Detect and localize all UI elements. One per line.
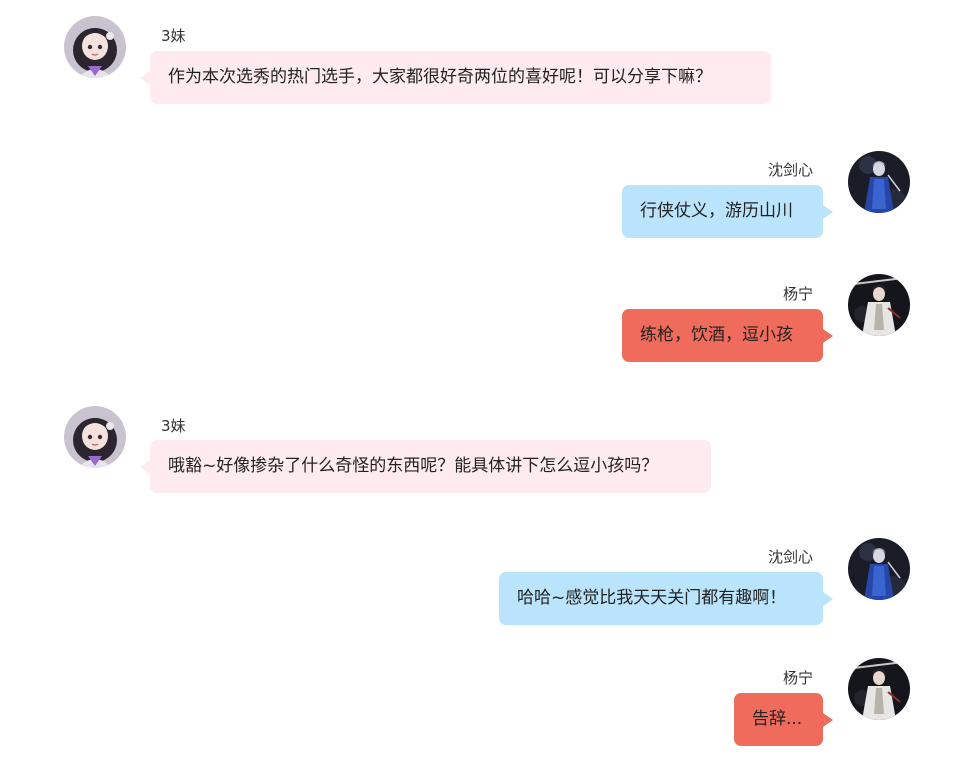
yang-avatar[interactable] xyxy=(848,274,910,336)
girl-avatar-icon xyxy=(64,16,126,78)
message-text: 哈哈~感觉比我天天关门都有趣啊！ xyxy=(517,588,787,608)
message-bubble[interactable]: 告辞... xyxy=(734,693,833,746)
message-text: 作为本次选秀的热门选手，大家都很好奇两位的喜好呢！可以分享下嘛？ xyxy=(168,67,712,87)
shen-avatar[interactable] xyxy=(848,151,910,213)
message-text: 哦豁~好像掺杂了什么奇怪的东西呢？能具体讲下怎么逗小孩吗？ xyxy=(168,456,659,476)
spearman-white-avatar-icon xyxy=(848,658,910,720)
sender-name: 3妹 xyxy=(161,27,186,45)
message-bubble[interactable]: 哈哈~感觉比我天天关门都有趣啊！ xyxy=(499,572,833,625)
girl-avatar-icon xyxy=(64,406,126,468)
spearman-white-avatar-icon xyxy=(848,274,910,336)
swordsman-blue-avatar-icon xyxy=(848,151,910,213)
sender-name: 3妹 xyxy=(161,417,186,435)
yang-avatar[interactable] xyxy=(848,658,910,720)
message-text: 告辞... xyxy=(752,709,803,729)
sender-name: 沈剑心 xyxy=(767,548,813,566)
message-bubble[interactable]: 练枪，饮酒，逗小孩 xyxy=(622,309,833,362)
swordsman-blue-avatar-icon xyxy=(848,538,910,600)
shen-avatar[interactable] xyxy=(848,538,910,600)
bubble-tail xyxy=(823,205,833,219)
message-bubble[interactable]: 哦豁~好像掺杂了什么奇怪的东西呢？能具体讲下怎么逗小孩吗？ xyxy=(140,440,711,493)
host-avatar[interactable] xyxy=(64,406,126,468)
message-bubble[interactable]: 作为本次选秀的热门选手，大家都很好奇两位的喜好呢！可以分享下嘛？ xyxy=(140,51,771,104)
bubble-tail xyxy=(823,592,833,606)
sender-name: 沈剑心 xyxy=(767,161,813,179)
bubble-tail xyxy=(823,329,833,343)
message-text: 练枪，饮酒，逗小孩 xyxy=(640,325,793,345)
bubble-tail xyxy=(823,713,833,727)
message-text: 行侠仗义，游历山川 xyxy=(640,201,793,221)
message-bubble[interactable]: 行侠仗义，游历山川 xyxy=(622,185,833,238)
chat-window: 3妹 作为本次选秀的热门选手，大家都很好奇两位的喜好呢！可以分享下嘛？ 沈剑心 … xyxy=(0,0,976,769)
sender-name: 杨宁 xyxy=(782,669,813,687)
sender-name: 杨宁 xyxy=(782,285,813,303)
bubble-tail xyxy=(140,460,150,474)
bubble-tail xyxy=(140,71,150,85)
host-avatar[interactable] xyxy=(64,16,126,78)
